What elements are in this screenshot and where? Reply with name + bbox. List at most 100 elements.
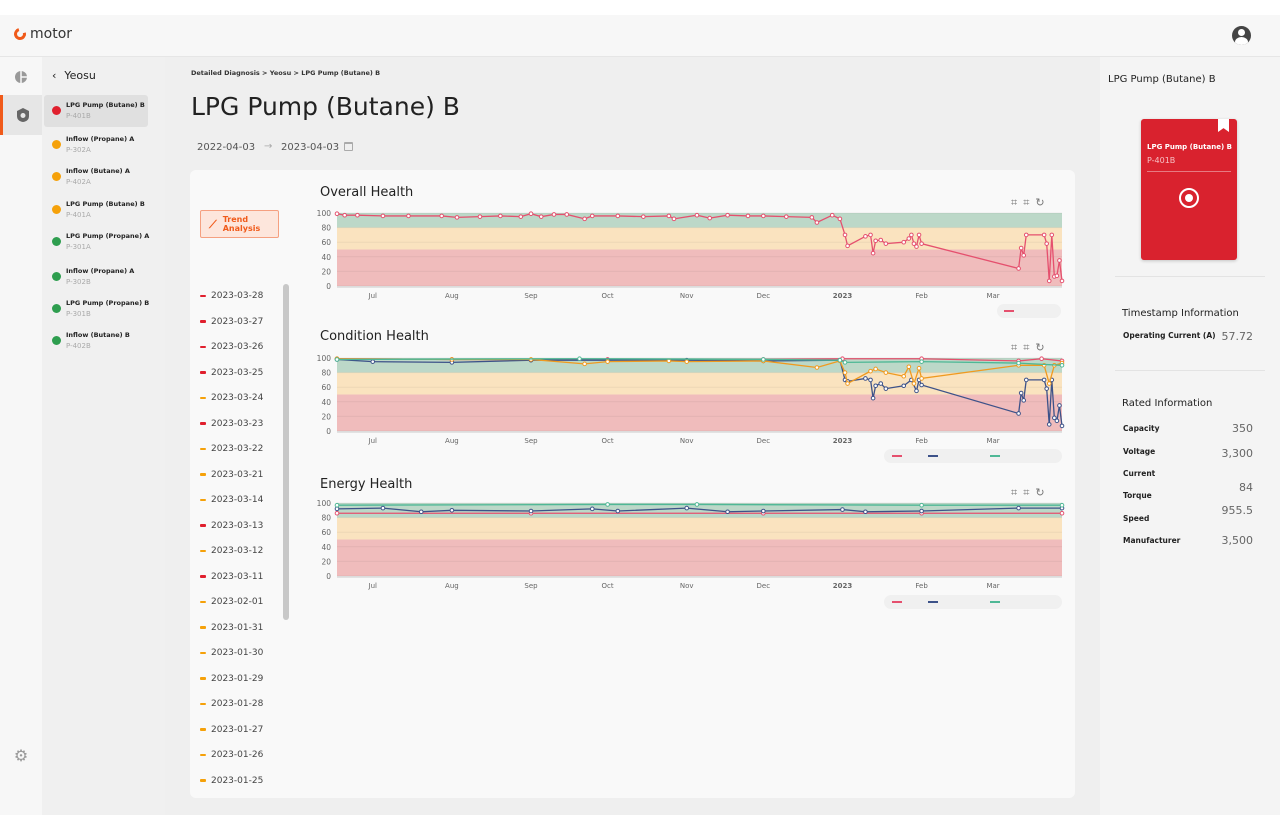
x-tick-label: Mar — [986, 582, 999, 590]
data-point — [906, 364, 912, 370]
data-point — [684, 505, 690, 511]
user-avatar-icon[interactable] — [1232, 26, 1251, 45]
date-list-item[interactable]: 2023-01-29 — [200, 674, 263, 684]
data-point — [863, 234, 868, 239]
date-list-item[interactable]: 2023-03-23 — [200, 419, 263, 429]
back-button[interactable]: ‹ Yeosu — [52, 69, 96, 82]
date-list-item[interactable]: 2023-03-12 — [200, 546, 263, 556]
kv-value: 57.72 — [1221, 330, 1254, 343]
data-point — [528, 211, 534, 217]
item-name: Inflow (Butane) B — [66, 331, 130, 339]
bookmark-icon[interactable] — [1218, 119, 1229, 132]
date-list-item[interactable]: 2023-03-22 — [200, 444, 263, 454]
status-dot — [52, 172, 61, 181]
x-tick-label: Aug — [445, 437, 459, 445]
data-point — [1016, 411, 1021, 416]
data-point — [551, 212, 557, 217]
date-list-item[interactable]: 2023-03-25 — [200, 368, 263, 378]
data-point — [842, 370, 848, 375]
date-list-item[interactable]: 2023-03-24 — [200, 393, 263, 403]
diagnosis-nav[interactable] — [0, 95, 42, 135]
item-code: P-301A — [66, 243, 91, 251]
date-list-item[interactable]: 2023-01-30 — [200, 648, 263, 658]
breadcrumb[interactable]: Detailed Diagnosis > Yeosu > LPG Pump (B… — [191, 69, 380, 77]
x-tick-label: 2023 — [833, 292, 853, 300]
brand-logo[interactable]: motor — [11, 25, 72, 43]
data-point — [878, 237, 884, 243]
status-marker — [200, 575, 206, 578]
sidebar-item[interactable]: Inflow (Butane) B P-402B — [44, 325, 148, 357]
kv-label: Torque — [1123, 491, 1152, 500]
chart-legend[interactable] — [884, 595, 1062, 609]
legend-swatch — [1004, 310, 1014, 312]
date-to-input[interactable]: 2023-04-03 — [281, 142, 339, 153]
date-list-scrollbar[interactable] — [283, 284, 289, 620]
date-list-item[interactable]: 2023-02-01 — [200, 597, 263, 607]
date-list-item[interactable]: 2023-01-28 — [200, 699, 263, 709]
data-point — [1021, 398, 1027, 403]
item-name: Inflow (Propane) A — [66, 267, 135, 275]
trend-label: Trend Analysis — [222, 215, 261, 233]
date-list-item[interactable]: 2023-03-28 — [200, 291, 263, 301]
date-label: 2023-03-11 — [211, 571, 264, 582]
legend-swatch — [928, 455, 938, 457]
data-point — [477, 214, 483, 219]
sidebar-item[interactable]: LPG Pump (Propane) A P-301A — [44, 226, 150, 258]
date-list-item[interactable]: 2023-03-13 — [200, 521, 263, 531]
date-list-item[interactable]: 2023-03-26 — [200, 342, 263, 352]
health-band — [337, 372, 1062, 395]
date-list-item[interactable]: 2023-03-27 — [200, 317, 263, 327]
date-label: 2023-03-27 — [211, 316, 264, 327]
equipment-card[interactable]: LPG Pump (Butane) B P-401B — [1141, 119, 1237, 260]
sidebar-item[interactable]: LPG Pump (Butane) B P-401A — [44, 194, 148, 226]
data-point — [873, 383, 878, 389]
sidebar-item[interactable]: LPG Pump (Propane) B P-301B — [44, 293, 150, 325]
data-point — [582, 361, 587, 367]
status-marker — [200, 396, 206, 400]
y-tick-label: 100 — [317, 499, 332, 508]
data-point — [518, 214, 524, 219]
date-list-item[interactable]: 2023-03-14 — [200, 495, 263, 505]
data-point — [1054, 273, 1060, 279]
data-point — [334, 510, 340, 516]
series-line-s3 — [336, 503, 1062, 506]
data-point — [870, 395, 876, 401]
sidebar-item[interactable]: Inflow (Butane) A P-402A — [44, 161, 148, 193]
item-name: LPG Pump (Propane) B — [66, 299, 150, 307]
date-list-item[interactable]: 2023-01-25 — [200, 776, 263, 786]
chart-legend[interactable] — [997, 304, 1061, 318]
date-label: 2023-03-23 — [211, 418, 264, 429]
date-from-input[interactable]: 2022-04-03 — [197, 142, 255, 153]
status-marker — [200, 779, 206, 782]
status-dot — [52, 106, 61, 115]
date-label: 2023-03-24 — [211, 393, 264, 403]
date-list-item[interactable]: 2023-01-26 — [200, 750, 263, 760]
item-name: LPG Pump (Propane) A — [66, 232, 150, 240]
calendar-icon[interactable] — [344, 142, 353, 151]
data-point — [334, 506, 340, 512]
status-dot — [52, 304, 61, 313]
chevron-left-icon: ‹ — [52, 69, 57, 82]
date-list-item[interactable]: 2023-03-21 — [200, 470, 263, 480]
y-tick-label: 80 — [321, 514, 331, 523]
status-marker — [200, 345, 206, 349]
sidebar-item[interactable]: Inflow (Propane) A P-302A — [44, 129, 148, 161]
dashboard-nav[interactable] — [0, 57, 42, 97]
settings-button[interactable]: ⚙ — [0, 735, 42, 775]
data-point — [919, 502, 924, 508]
sidebar-item[interactable]: LPG Pump (Butane) B P-401B — [44, 95, 148, 127]
data-point — [418, 509, 424, 515]
date-list-item[interactable]: 2023-01-27 — [200, 725, 263, 735]
data-point — [439, 213, 444, 219]
y-tick-label: 20 — [321, 267, 331, 276]
date-list-item[interactable]: 2023-01-31 — [200, 623, 263, 633]
chart-legend[interactable] — [884, 449, 1062, 463]
icon-rail: ⚙ — [0, 57, 42, 815]
date-label: 2023-03-14 — [211, 495, 264, 505]
date-list-item[interactable]: 2023-03-11 — [200, 572, 263, 582]
health-band — [337, 249, 1062, 286]
sidebar-item[interactable]: Inflow (Propane) A P-302B — [44, 261, 148, 293]
target-icon — [1179, 188, 1199, 208]
data-point — [1054, 418, 1060, 424]
trend-analysis-button[interactable]: ⟋ Trend Analysis — [200, 210, 279, 238]
